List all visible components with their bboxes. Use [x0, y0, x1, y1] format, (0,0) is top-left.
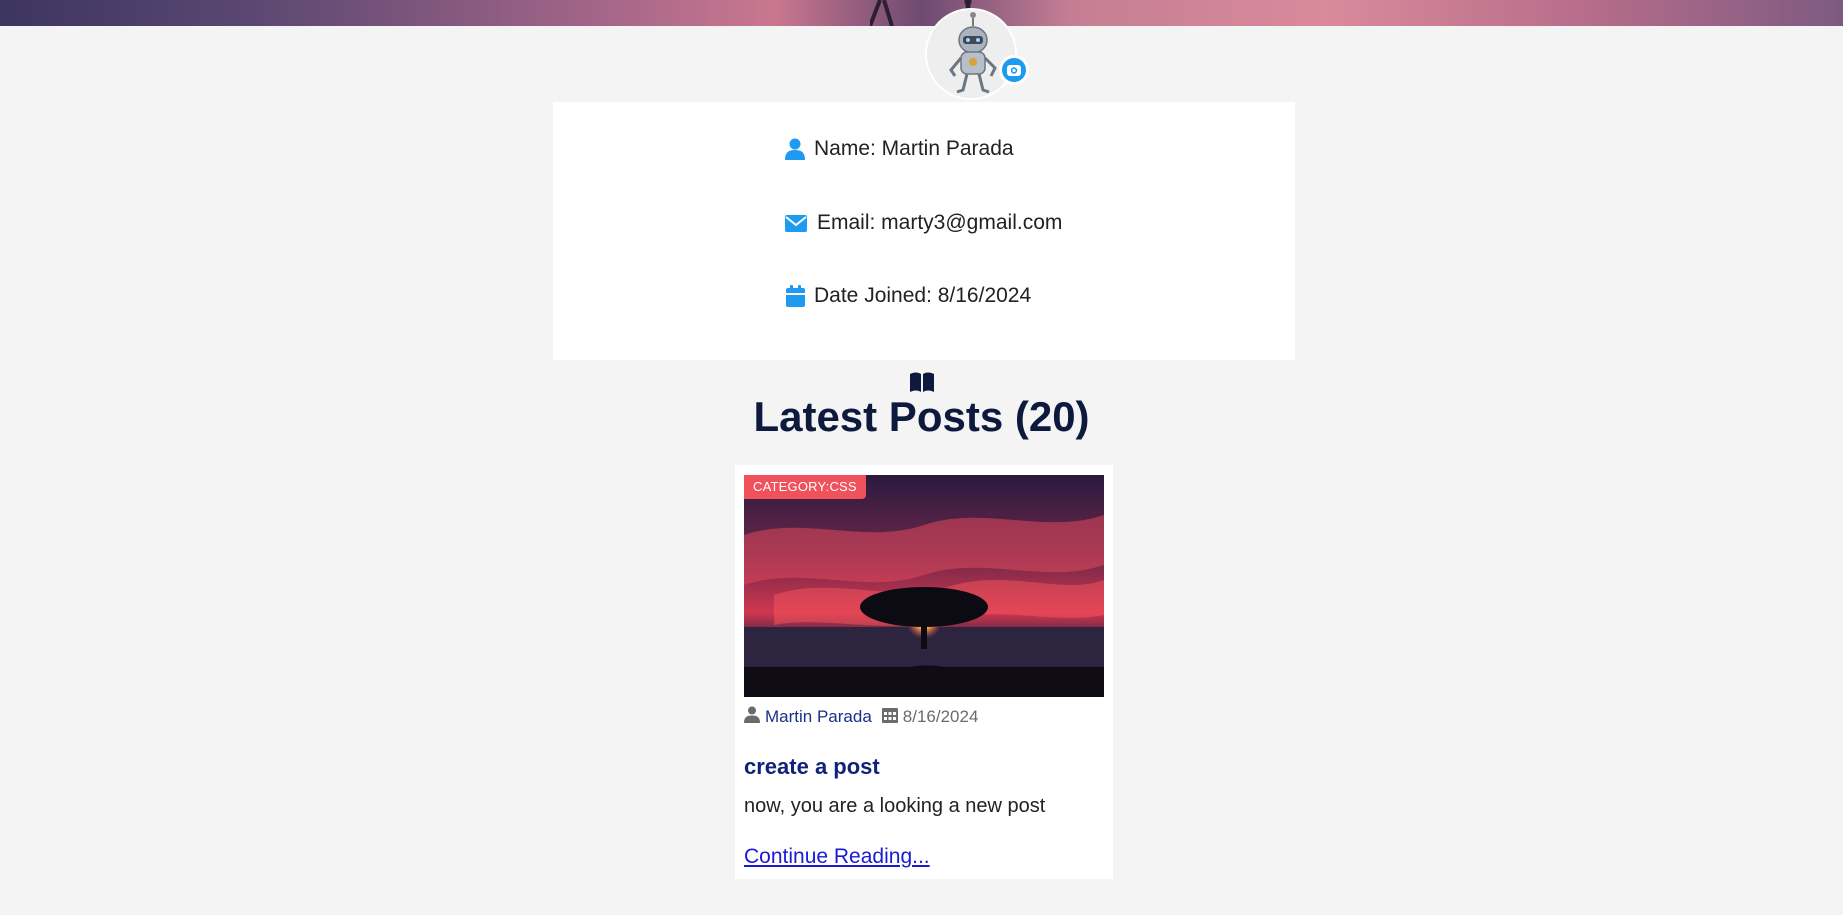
- profile-name: Name: Martin Parada: [814, 137, 1014, 160]
- profile-joined-row: Date Joined: 8/16/2024: [784, 284, 1031, 308]
- date-icon: [881, 706, 898, 728]
- author-icon: [744, 706, 760, 728]
- camera-icon: [1007, 65, 1021, 76]
- post-cover-image[interactable]: [744, 475, 1104, 697]
- post-excerpt: now, you are a looking a new post: [744, 795, 1046, 817]
- category-badge[interactable]: CATEGORY:CSS: [744, 475, 866, 499]
- post-author-link[interactable]: Martin Parada: [765, 707, 872, 727]
- calendar-icon: [784, 284, 806, 308]
- post-card: CATEGORY:CSS Martin Parada 8/16/2024 cre…: [735, 465, 1113, 879]
- user-icon: [784, 137, 806, 161]
- profile-name-row: Name: Martin Parada: [784, 137, 1014, 161]
- posts-section-title: Latest Posts (20): [753, 393, 1090, 440]
- profile-email-row: Email: marty3@gmail.com: [784, 211, 1062, 235]
- profile-info-card: Name: Martin Parada Email: marty3@gmail.…: [553, 102, 1295, 360]
- avatar: [925, 8, 1017, 100]
- sunset-tree-image: [744, 475, 1104, 697]
- robot-avatar-icon: [927, 10, 1015, 98]
- envelope-icon: [784, 211, 808, 235]
- profile-email: Email: marty3@gmail.com: [817, 211, 1063, 234]
- continue-reading-link[interactable]: Continue Reading...: [744, 845, 930, 869]
- change-photo-button[interactable]: [999, 55, 1029, 85]
- cover-photo: [0, 0, 1843, 26]
- profile-joined-date: Date Joined: 8/16/2024: [814, 284, 1032, 307]
- post-meta: Martin Parada 8/16/2024: [744, 706, 978, 728]
- post-date: 8/16/2024: [902, 707, 979, 726]
- post-title[interactable]: create a post: [744, 754, 880, 780]
